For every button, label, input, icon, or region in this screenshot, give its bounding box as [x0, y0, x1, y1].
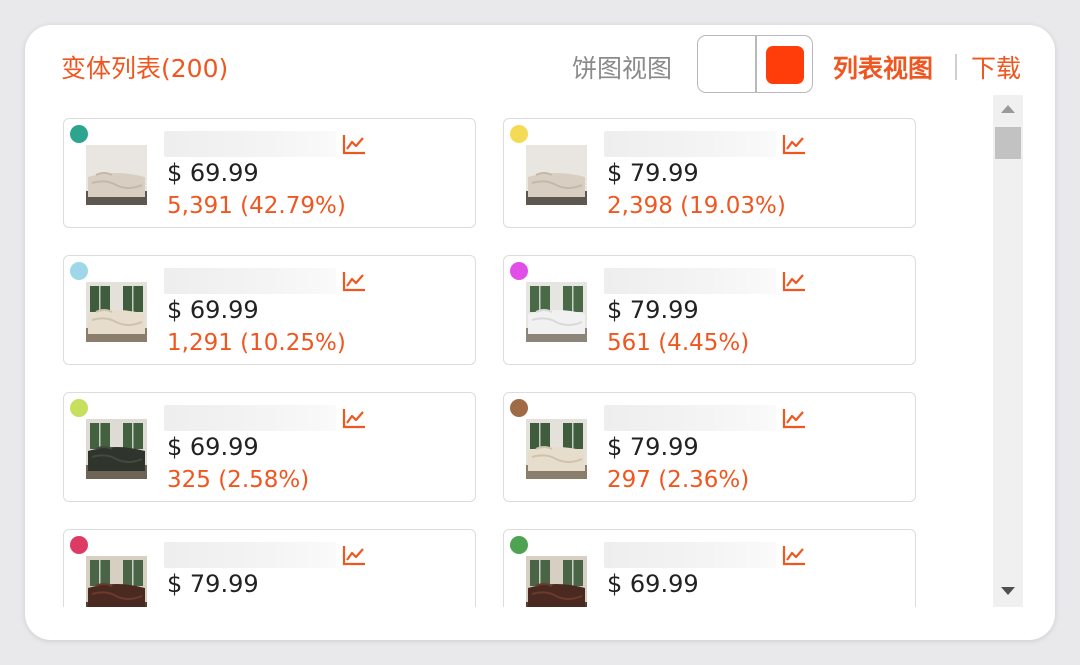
variant-color-dot: [70, 125, 88, 143]
variant-card[interactable]: $ 79.99 297 (2.36%): [503, 392, 916, 502]
header-separator: [955, 54, 957, 80]
variant-name-redacted: [164, 542, 336, 568]
variant-price: $ 69.99: [167, 159, 259, 187]
variant-color-dot: [510, 399, 528, 417]
variant-name-redacted: [604, 405, 776, 431]
variant-thumbnail[interactable]: [526, 282, 587, 342]
variant-thumbnail[interactable]: [86, 556, 147, 607]
variant-price: $ 69.99: [167, 296, 259, 324]
variant-price: $ 69.99: [167, 433, 259, 461]
variant-name-redacted: [164, 131, 336, 157]
variant-price: $ 79.99: [607, 433, 699, 461]
scroll-thumb[interactable]: [995, 127, 1021, 159]
variant-sales: 2,398 (19.03%): [607, 193, 786, 219]
variant-card[interactable]: $ 69.99 1,291 (10.25%): [63, 255, 476, 365]
download-button[interactable]: 下载: [971, 49, 1021, 85]
variant-card[interactable]: $ 79.99 2,398 (19.03%): [503, 118, 916, 228]
variant-card[interactable]: $ 69.99 5,391 (42.79%): [63, 118, 476, 228]
scroll-down-arrow-icon[interactable]: [1001, 587, 1015, 595]
trend-chart-icon[interactable]: [342, 407, 366, 429]
variant-sales: 1,291 (10.25%): [167, 330, 346, 356]
variant-thumbnail[interactable]: [86, 145, 147, 205]
toggle-knob[interactable]: [766, 46, 804, 84]
variant-price: $ 79.99: [607, 296, 699, 324]
variant-color-dot: [510, 125, 528, 143]
trend-chart-icon[interactable]: [342, 270, 366, 292]
variant-sales: 561 (4.45%): [607, 330, 750, 356]
variant-name-redacted: [604, 268, 776, 294]
variant-thumbnail[interactable]: [86, 282, 147, 342]
variant-price: $ 79.99: [167, 570, 259, 598]
variant-list: $ 69.99 5,391 (42.79%) $ 79.99 2,398 (19.03…: [55, 115, 995, 607]
variant-color-dot: [70, 262, 88, 280]
vertical-scrollbar[interactable]: [993, 95, 1023, 607]
variant-name-redacted: [164, 268, 336, 294]
variant-name-redacted: [164, 405, 336, 431]
variant-list-title: 变体列表(200): [61, 54, 229, 83]
variant-thumbnail[interactable]: [526, 145, 587, 205]
variant-thumbnail[interactable]: [526, 419, 587, 479]
variant-price: $ 69.99: [607, 570, 699, 598]
variant-name-redacted: [604, 131, 776, 157]
scroll-up-arrow-icon[interactable]: [1001, 105, 1015, 113]
trend-chart-icon[interactable]: [342, 133, 366, 155]
variant-thumbnail[interactable]: [86, 419, 147, 479]
pie-view-label[interactable]: 饼图视图: [572, 49, 672, 85]
trend-chart-icon[interactable]: [342, 544, 366, 566]
variant-card[interactable]: $ 79.99 561 (4.45%): [503, 255, 916, 365]
variant-color-dot: [70, 399, 88, 417]
variant-sales: 5,391 (42.79%): [167, 193, 346, 219]
variant-color-dot: [510, 536, 528, 554]
variant-price: $ 79.99: [607, 159, 699, 187]
trend-chart-icon[interactable]: [782, 407, 806, 429]
toggle-divider: [755, 36, 757, 92]
variant-color-dot: [70, 536, 88, 554]
variant-thumbnail[interactable]: [526, 556, 587, 607]
list-view-label[interactable]: 列表视图: [833, 49, 933, 85]
variant-sales: 297 (2.36%): [607, 467, 750, 493]
variant-list-panel: 变体列表(200) 饼图视图 列表视图 下载 $ 69.99 5,391 (42.…: [25, 25, 1055, 640]
variant-card[interactable]: $ 69.99: [503, 529, 916, 607]
variant-color-dot: [510, 262, 528, 280]
view-toggle-switch[interactable]: [697, 35, 813, 93]
variant-name-redacted: [604, 542, 776, 568]
variant-card[interactable]: $ 69.99 325 (2.58%): [63, 392, 476, 502]
trend-chart-icon[interactable]: [782, 544, 806, 566]
variant-card[interactable]: $ 79.99: [63, 529, 476, 607]
trend-chart-icon[interactable]: [782, 133, 806, 155]
trend-chart-icon[interactable]: [782, 270, 806, 292]
variant-sales: 325 (2.58%): [167, 467, 310, 493]
